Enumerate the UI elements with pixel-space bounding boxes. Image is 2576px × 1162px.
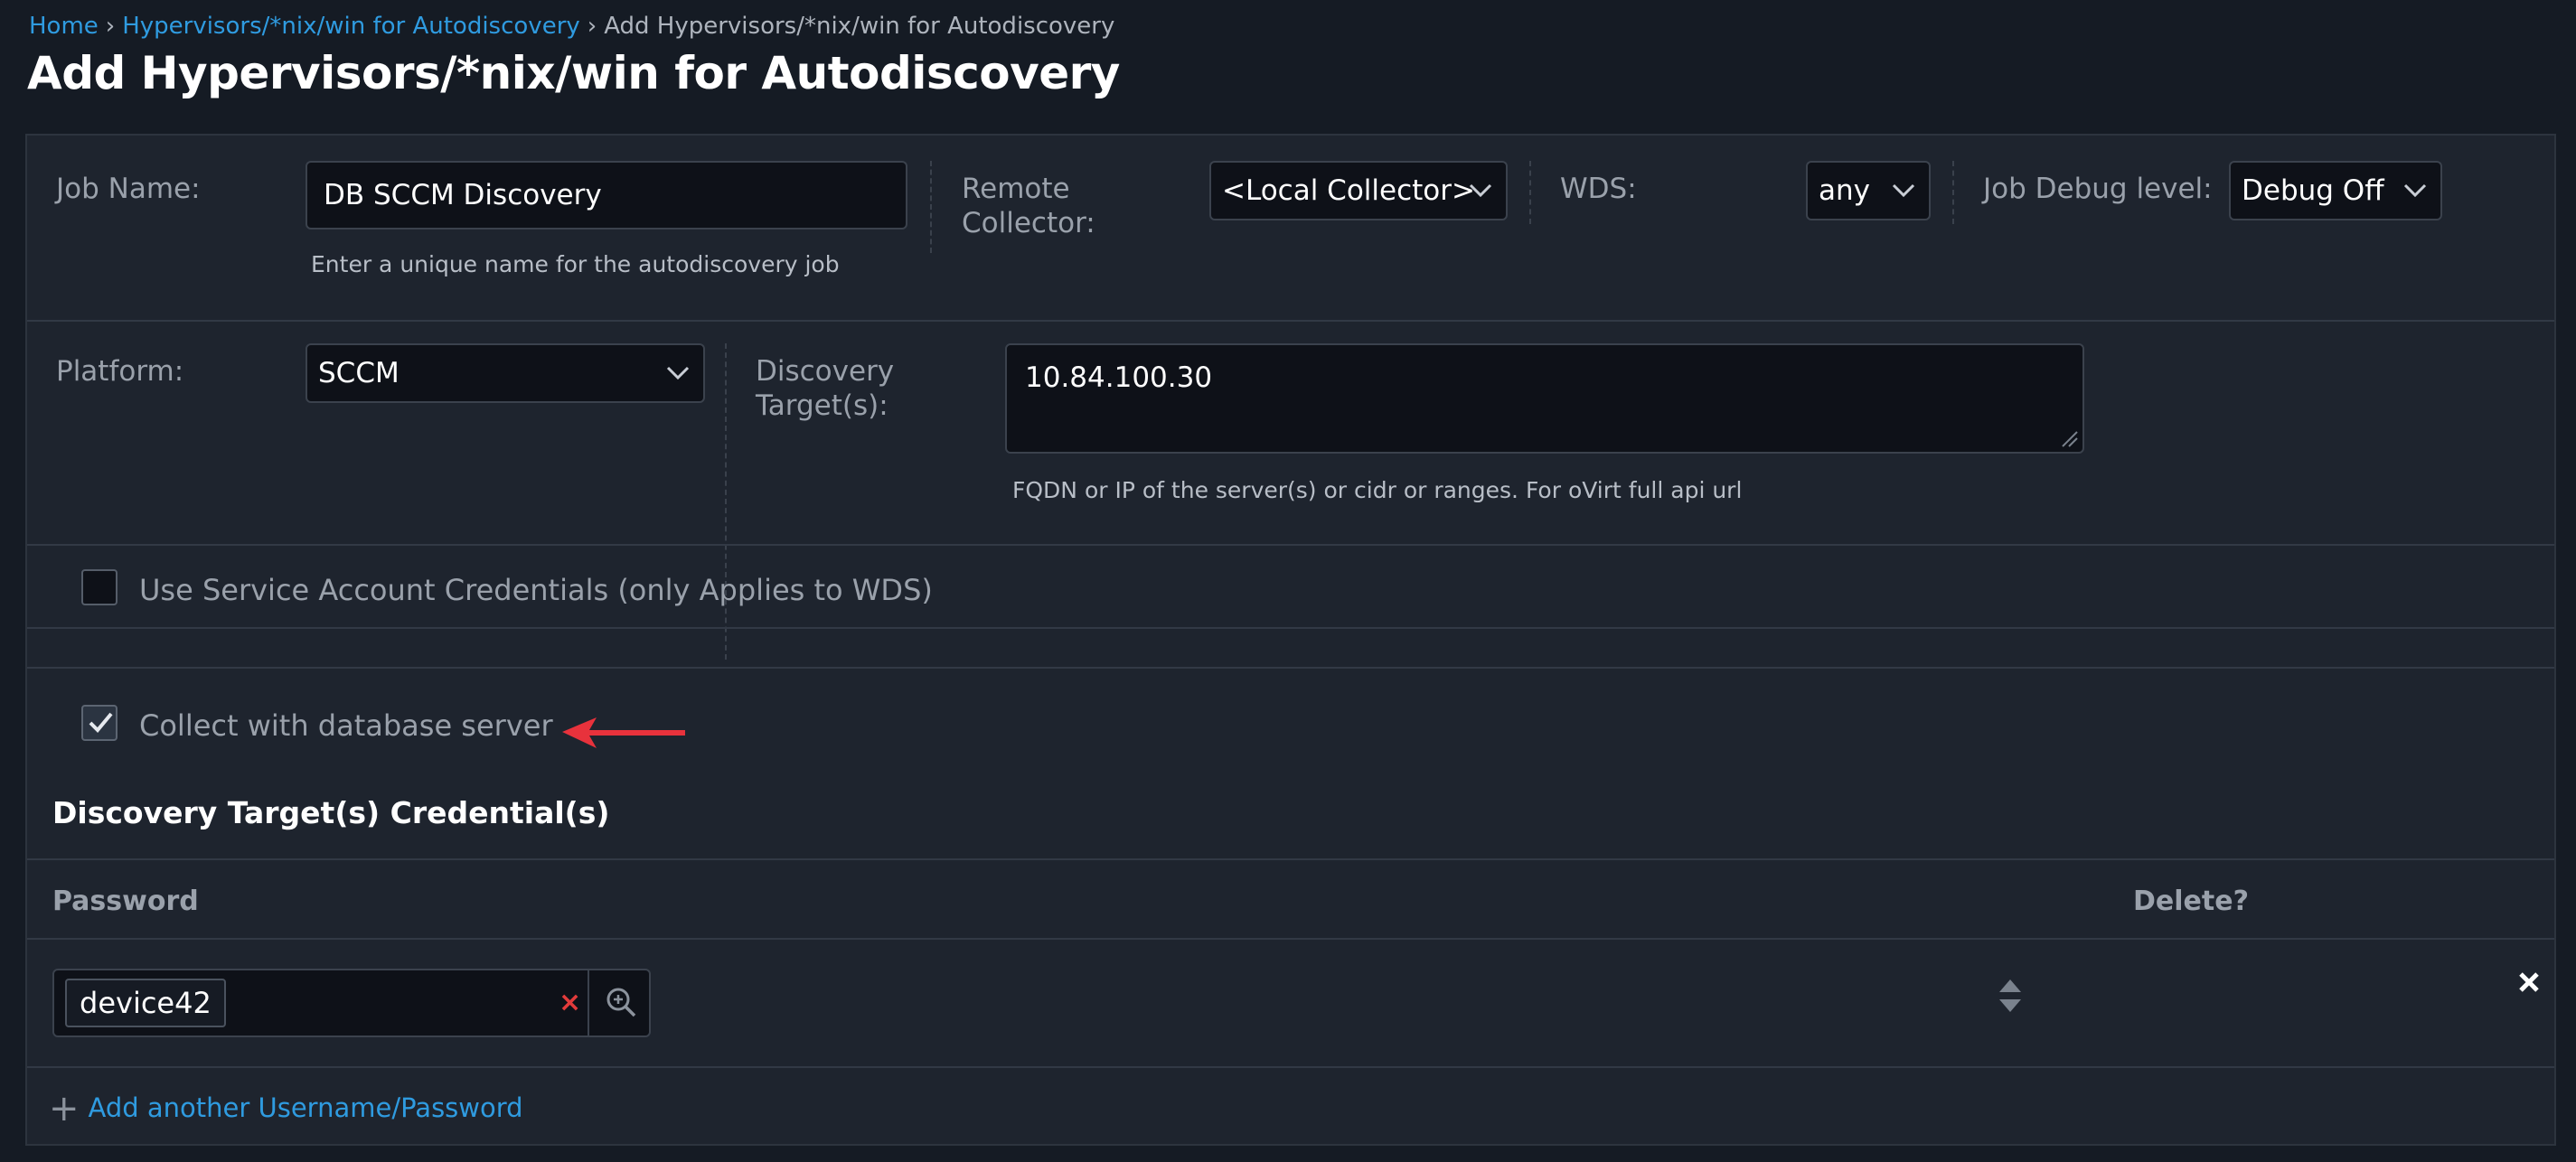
row-divider: [27, 858, 2554, 860]
discovery-targets-value: 10.84.100.30: [1025, 361, 1213, 394]
wds-label: WDS:: [1560, 173, 1637, 205]
password-column-header: Password: [52, 886, 199, 917]
platform-label: Platform:: [56, 355, 184, 388]
discovery-form-panel: Job Name: DB SCCM Discovery Enter a uniq…: [25, 134, 2556, 1146]
job-name-label: Job Name:: [56, 173, 201, 205]
add-credential-label: Add another Username/Password: [88, 1092, 523, 1123]
chevron-down-icon: [1892, 183, 1915, 198]
plus-icon: +: [49, 1088, 80, 1129]
password-tag[interactable]: device42: [65, 979, 226, 1027]
use-service-account-checkbox[interactable]: [81, 569, 118, 605]
discovery-targets-label-line2: Target(s):: [756, 389, 888, 422]
remote-collector-value: <Local Collector>: [1222, 174, 1475, 207]
field-separator: [1952, 161, 1954, 224]
row-divider: [27, 1066, 2554, 1068]
zoom-in-icon: [606, 988, 636, 1017]
job-debug-level-select[interactable]: Debug Off: [2229, 161, 2442, 220]
field-separator: [725, 343, 727, 660]
job-name-value: DB SCCM Discovery: [324, 179, 602, 211]
remote-collector-label-line2: Collector:: [962, 207, 1095, 239]
discovery-targets-textarea[interactable]: 10.84.100.30: [1005, 343, 2084, 454]
annotation-arrow-icon: [562, 717, 685, 748]
row-divider: [27, 320, 2554, 322]
clear-selection-icon[interactable]: ×: [559, 987, 581, 1018]
chevron-down-icon: [1469, 183, 1492, 198]
breadcrumb-parent-link[interactable]: Hypervisors/*nix/win for Autodiscovery: [122, 13, 580, 40]
breadcrumb-separator: ›: [105, 13, 116, 40]
job-debug-level-label: Job Debug level:: [1983, 173, 2213, 205]
delete-column-header: Delete?: [2133, 886, 2249, 917]
row-divider: [27, 938, 2554, 940]
field-separator: [1529, 161, 1531, 224]
row-divider: [27, 667, 2554, 669]
row-divider: [27, 627, 2554, 629]
close-icon[interactable]: [2516, 969, 2542, 996]
breadcrumb-separator: ›: [587, 13, 597, 40]
wds-select[interactable]: any: [1806, 161, 1931, 220]
wds-value: any: [1819, 174, 1870, 207]
search-password-button[interactable]: [588, 970, 651, 1035]
password-selector[interactable]: device42 ×: [52, 969, 651, 1037]
platform-select[interactable]: SCCM: [306, 343, 705, 403]
page-title: Add Hypervisors/*nix/win for Autodiscove…: [27, 47, 1120, 99]
job-debug-level-value: Debug Off: [2242, 174, 2384, 207]
job-name-input[interactable]: DB SCCM Discovery: [306, 161, 907, 230]
check-icon: [89, 712, 113, 733]
discovery-targets-label: Discovery Target(s):: [756, 354, 894, 423]
resize-handle-icon[interactable]: [2059, 428, 2079, 448]
breadcrumb-home-link[interactable]: Home: [29, 13, 99, 40]
platform-value: SCCM: [318, 357, 400, 389]
job-name-help: Enter a unique name for the autodiscover…: [311, 251, 840, 277]
credentials-section-title: Discovery Target(s) Credential(s): [52, 795, 610, 830]
remote-collector-select[interactable]: <Local Collector>: [1209, 161, 1508, 220]
collect-with-db-label: Collect with database server: [139, 708, 553, 743]
add-credential-link[interactable]: + Add another Username/Password: [49, 1088, 523, 1129]
remote-collector-label: Remote Collector:: [962, 172, 1095, 240]
field-separator: [930, 161, 932, 253]
collect-with-db-checkbox[interactable]: [81, 705, 118, 741]
chevron-down-icon: [2403, 183, 2427, 198]
row-divider: [27, 544, 2554, 546]
chevron-down-icon: [666, 366, 690, 380]
use-service-account-label: Use Service Account Credentials (only Ap…: [139, 573, 933, 607]
sort-icon[interactable]: [1998, 976, 2023, 1016]
discovery-targets-help: FQDN or IP of the server(s) or cidr or r…: [1012, 477, 1743, 503]
remote-collector-label-line1: Remote: [962, 173, 1070, 205]
breadcrumb-current: Add Hypervisors/*nix/win for Autodiscove…: [604, 13, 1115, 40]
discovery-targets-label-line1: Discovery: [756, 355, 895, 388]
breadcrumb: Home › Hypervisors/*nix/win for Autodiscov…: [29, 13, 1114, 40]
